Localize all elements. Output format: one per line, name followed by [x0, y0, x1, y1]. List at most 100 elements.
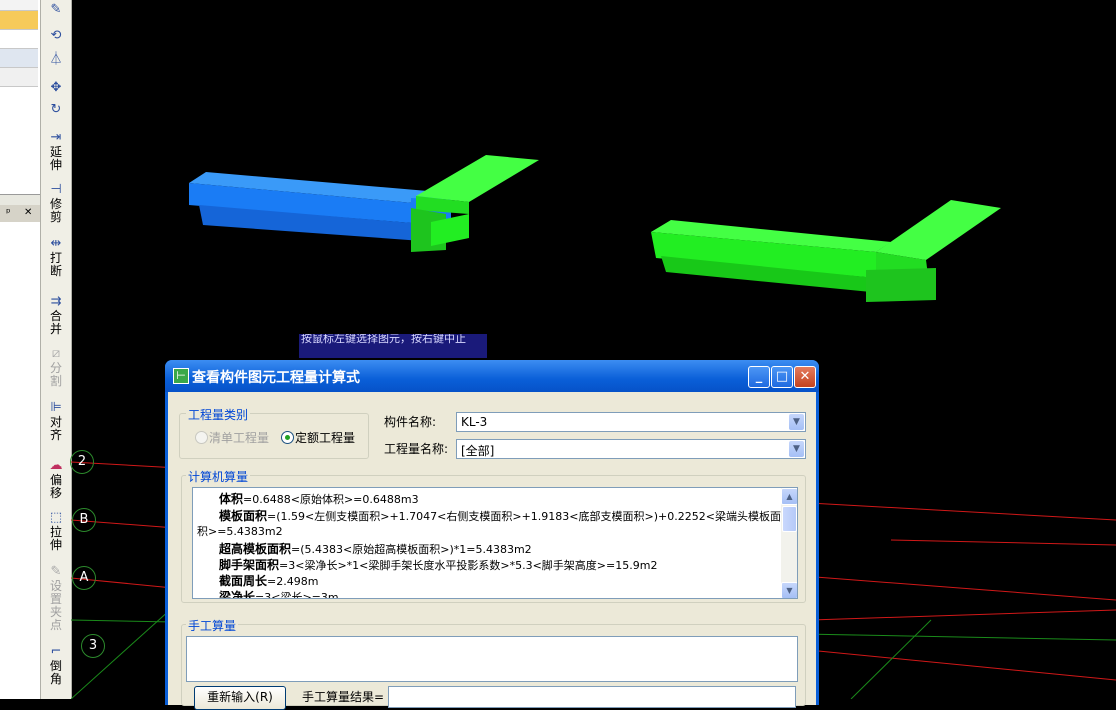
component-name-value: KL-3 [461, 415, 488, 429]
quantity-type-legend: 工程量类别 [186, 406, 251, 423]
split-button[interactable]: ⧄ 分割 [43, 346, 69, 388]
offset-button[interactable]: ☁ 偏移 [43, 458, 69, 500]
set-grip-label: 设置夹点 [49, 579, 62, 632]
extend-button[interactable]: ⇥ 延伸 [43, 130, 69, 172]
extend-icon: ⇥ [50, 130, 62, 145]
break-button[interactable]: ⇹ 打断 [43, 236, 69, 278]
calc-line-formwork: 模板面积=(1.59<左侧支模面积>+1.7047<右侧支模面积>+1.9183… [219, 509, 781, 523]
app-icon: ⊢ [173, 368, 189, 384]
beam-right[interactable] [651, 200, 1001, 302]
set-grip-icon: ✎ [50, 564, 62, 579]
move-button[interactable]: ✥ [43, 80, 69, 96]
close-button[interactable]: ✕ [794, 366, 816, 388]
panel-row[interactable] [0, 49, 38, 68]
align-button[interactable]: ⊫ 对齐 [43, 400, 69, 442]
axis-marker-a: A [72, 566, 96, 590]
close-icon[interactable]: ✕ [24, 207, 32, 218]
rotate-copy-icon: ⟲ [50, 28, 62, 43]
panel-row[interactable] [0, 0, 38, 11]
pin-icon[interactable]: ᵖ [6, 206, 11, 219]
stretch-icon: ⬚ [49, 510, 63, 525]
calc-line-volume: 体积=0.6488<原始体积>=0.6488m3 [219, 492, 419, 506]
chamfer-label: 倒角 [49, 659, 62, 686]
quantity-type-group: 工程量类别 清单工程量 定额工程量 [179, 406, 369, 459]
axis-marker-3: 3 [81, 634, 105, 658]
minimize-button[interactable]: _ [748, 366, 770, 388]
chevron-down-icon[interactable]: ▼ [789, 414, 804, 430]
chevron-down-icon[interactable]: ▼ [789, 441, 804, 457]
bill-quantity-radio[interactable] [195, 431, 208, 444]
trim-button[interactable]: ⊣ 修剪 [43, 182, 69, 224]
brush-icon: ✎ [50, 2, 62, 17]
component-name-label: 构件名称: [384, 415, 437, 429]
axis-marker-2: 2 [70, 450, 94, 474]
break-label: 打断 [49, 251, 62, 278]
quantity-formula-dialog: ⊢ 查看构件图元工程量计算式 _ □ ✕ 工程量类别 清单工程量 定额工程量 构… [165, 360, 819, 710]
mirror-button[interactable]: ⏃ [43, 52, 69, 68]
radio-dot [285, 435, 290, 440]
trim-label: 修剪 [49, 197, 62, 224]
dialog-body: 工程量类别 清单工程量 定额工程量 构件名称: KL-3 ▼ 工程量名称: [全… [168, 392, 816, 710]
merge-icon: ⇉ [50, 294, 62, 309]
merge-button[interactable]: ⇉ 合并 [43, 294, 69, 336]
bill-quantity-label: 清单工程量 [209, 431, 270, 445]
quantity-name-select[interactable]: [全部] ▼ [456, 439, 806, 459]
dialog-titlebar[interactable]: ⊢ 查看构件图元工程量计算式 _ □ ✕ [165, 360, 819, 392]
scroll-thumb[interactable] [782, 506, 797, 532]
extend-label: 延伸 [49, 145, 62, 172]
draw-tool-button[interactable]: ✎ [43, 2, 69, 18]
rotate-button[interactable]: ↻ [43, 102, 69, 118]
calc-scrollbar[interactable]: ▲ ▼ [781, 488, 797, 598]
calc-line-formwork-cont: 积>=5.4383m2 [197, 525, 283, 538]
calc-formula-box[interactable]: 体积=0.6488<原始体积>=0.6488m3 模板面积=(1.59<左侧支模… [192, 487, 798, 599]
set-grip-button[interactable]: ✎ 设置夹点 [43, 564, 69, 632]
manual-calc-legend: 手工算量 [186, 617, 239, 634]
minimize-icon: _ [755, 369, 763, 384]
calc-line-scaffold: 脚手架面积=3<梁净长>*1<梁脚手架长度水平投影系数>*5.3<脚手架高度>=… [219, 558, 658, 572]
mirror-icon: ⏃ [49, 52, 63, 67]
move-icon: ✥ [50, 80, 62, 95]
split-icon: ⧄ [51, 346, 61, 361]
split-label: 分割 [49, 361, 62, 388]
panel-row[interactable] [0, 68, 38, 87]
rotate-icon: ↻ [50, 102, 62, 117]
manual-calc-input[interactable] [186, 636, 798, 682]
chamfer-button[interactable]: ⌐ 倒角 [43, 644, 69, 686]
chamfer-icon: ⌐ [50, 644, 62, 659]
beam-left-wing[interactable] [411, 155, 539, 252]
manual-result-label: 手工算量结果= [302, 690, 385, 704]
maximize-button[interactable]: □ [771, 366, 793, 388]
quantity-name-value: [全部] [461, 444, 495, 458]
scroll-up-icon[interactable]: ▲ [781, 488, 797, 505]
manual-result-field[interactable] [388, 686, 796, 708]
panel-row-selected[interactable] [0, 11, 38, 30]
align-icon: ⊫ [50, 400, 62, 415]
panel-header: ᵖ ✕ [0, 205, 40, 222]
quota-quantity-radio[interactable] [281, 431, 294, 444]
tooltip-text: 按鼠标左键选择图元，按右键中止 [301, 334, 466, 345]
close-icon: ✕ [799, 369, 811, 384]
quota-quantity-label: 定额工程量 [295, 431, 356, 445]
status-tooltip: 按鼠标左键选择图元，按右键中止 [299, 334, 487, 358]
align-label: 对齐 [49, 415, 62, 442]
stretch-button[interactable]: ⬚ 拉伸 [43, 510, 69, 552]
component-name-select[interactable]: KL-3 ▼ [456, 412, 806, 432]
calc-line-net-length: 梁净长=3<梁长>=3m [219, 590, 339, 599]
reinput-button[interactable]: 重新输入(R) [194, 686, 286, 710]
calc-line-perimeter: 截面周长=2.498m [219, 574, 319, 588]
maximize-icon: □ [775, 369, 789, 384]
quantity-name-label: 工程量名称: [384, 442, 449, 456]
calc-line-high-formwork: 超高模板面积=(5.4383<原始超高模板面积>)*1=5.4383m2 [219, 542, 532, 556]
offset-icon: ☁ [49, 458, 63, 473]
left-panel: ᵖ ✕ [0, 0, 40, 699]
panel-row[interactable] [0, 30, 38, 49]
dialog-title: 查看构件图元工程量计算式 [192, 370, 360, 386]
break-icon: ⇹ [50, 236, 62, 251]
rotate-copy-button[interactable]: ⟲ [43, 28, 69, 44]
offset-label: 偏移 [49, 473, 62, 500]
computer-calc-legend: 计算机算量 [186, 468, 251, 485]
axis-marker-b: B [72, 508, 96, 532]
merge-label: 合并 [49, 309, 62, 336]
trim-icon: ⊣ [50, 182, 62, 197]
scroll-down-icon[interactable]: ▼ [781, 582, 797, 598]
